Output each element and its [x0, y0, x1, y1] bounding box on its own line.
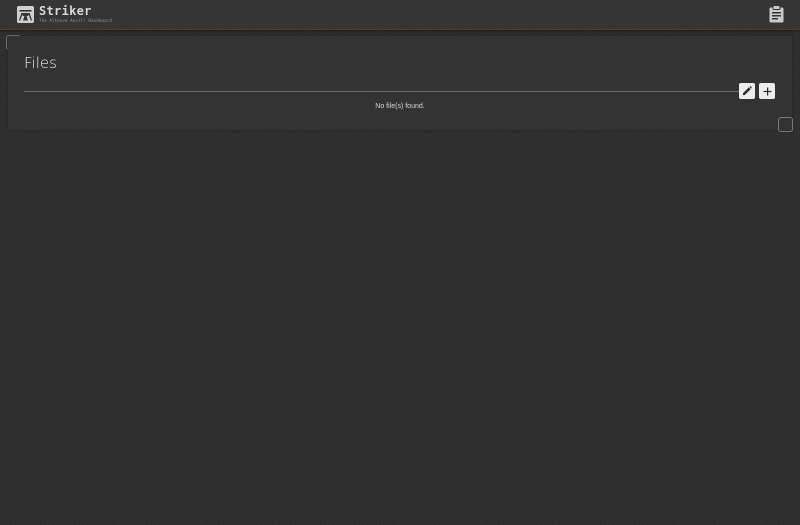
- app-subtitle: The Alteeve Anvil! Dashboard: [39, 18, 113, 23]
- empty-files-message: No file(s) found.: [375, 103, 425, 110]
- pencil-icon: [743, 86, 752, 95]
- clipboard-button[interactable]: [768, 5, 785, 23]
- files-panel: Files No file(s) found.: [8, 36, 792, 130]
- anvil-logo-icon: [17, 5, 34, 23]
- clipboard-icon: [769, 5, 784, 23]
- panel-title: Files: [24, 54, 57, 72]
- app-header: Striker The Alteeve Anvil! Dashboard: [0, 0, 800, 30]
- logo-text: Striker The Alteeve Anvil! Dashboard: [39, 5, 112, 23]
- striker-logo[interactable]: Striker The Alteeve Anvil! Dashboard: [17, 5, 112, 23]
- plus-icon: [763, 87, 771, 95]
- panel-divider: [24, 91, 744, 92]
- edit-files-button[interactable]: [739, 83, 755, 99]
- panel-corner-bottom-right-handle[interactable]: [778, 117, 793, 132]
- add-file-button[interactable]: [759, 83, 775, 99]
- app-name: Striker: [39, 4, 92, 18]
